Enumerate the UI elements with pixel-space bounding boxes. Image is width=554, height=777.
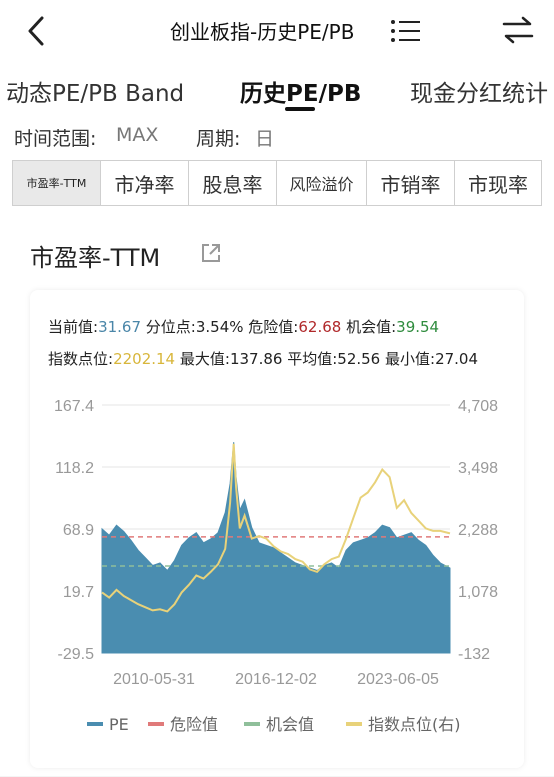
y-left-tick-label: 167.4 bbox=[54, 398, 94, 415]
legend-label: PE bbox=[109, 715, 129, 734]
y-right-tick-label: 2,288 bbox=[458, 522, 498, 539]
y-left-tick-label: -29.5 bbox=[58, 646, 95, 663]
subtab-pcf[interactable]: 市现率 bbox=[455, 161, 541, 205]
subtab-pb[interactable]: 市净率 bbox=[101, 161, 189, 205]
section-title: 市盈率-TTM bbox=[30, 244, 161, 272]
x-tick-label: 2023-06-05 bbox=[357, 671, 439, 688]
page-title: 创业板指-历史PE/PB bbox=[170, 20, 355, 44]
legend-label: 指数点位(右) bbox=[368, 715, 461, 734]
legend-label: 机会值 bbox=[266, 715, 314, 734]
main-tabs: 动态PE/PB Band 历史PE/PB 现金分红统计 bbox=[0, 62, 554, 118]
time-range-select[interactable]: MAX bbox=[116, 124, 158, 146]
period-label: 周期: bbox=[196, 128, 241, 150]
tab-history-pe-pb[interactable]: 历史PE/PB bbox=[240, 74, 361, 108]
subtab-pe-ttm[interactable]: 市盈率-TTM bbox=[13, 161, 101, 205]
subtab-dividend-yield[interactable]: 股息率 bbox=[189, 161, 277, 205]
subtab-ps[interactable]: 市销率 bbox=[367, 161, 455, 205]
y-left-tick-label: 118.2 bbox=[55, 460, 94, 477]
tab-pe-pb-band[interactable]: 动态PE/PB Band bbox=[6, 74, 184, 108]
y-right-tick-label: 3,498 bbox=[458, 460, 498, 477]
y-right-tick-label: 4,708 bbox=[458, 398, 498, 415]
subtab-risk-premium[interactable]: 风险溢价 bbox=[277, 161, 367, 205]
back-arrow-icon[interactable] bbox=[22, 14, 52, 48]
external-link-icon[interactable] bbox=[200, 242, 222, 264]
y-right-tick-label: -132 bbox=[458, 646, 490, 663]
active-tab-indicator bbox=[285, 107, 315, 111]
y-left-tick-label: 19.7 bbox=[63, 584, 94, 601]
time-range-label: 时间范围: bbox=[14, 128, 97, 150]
x-tick-label: 2010-05-31 bbox=[113, 671, 195, 688]
y-right-tick-label: 1,078 bbox=[458, 584, 498, 601]
top-nav-bar: 创业板指-历史PE/PB bbox=[0, 0, 554, 62]
y-left-tick-label: 68.9 bbox=[63, 522, 94, 539]
metric-tabs: 市盈率-TTM 市净率 股息率 风险溢价 市销率 市现率 bbox=[0, 158, 554, 214]
switch-arrows-icon[interactable] bbox=[500, 14, 536, 46]
legend-label: 危险值 bbox=[170, 715, 218, 734]
pe-chart[interactable]: 167.4 4,708 118.2 3,498 68.9 2,288 19.7 1,078 -2… bbox=[30, 290, 524, 768]
list-menu-icon[interactable] bbox=[390, 18, 422, 44]
period-select[interactable]: 日 bbox=[255, 124, 274, 151]
filter-bar: 时间范围: MAX 周期: 日 bbox=[0, 118, 554, 158]
x-tick-label: 2016-12-02 bbox=[235, 671, 317, 688]
tab-dividend-stats[interactable]: 现金分红统计 bbox=[410, 74, 548, 108]
chart-card: 当前值:31.67 分位点:3.54% 危险值:62.68 机会值:39.54 … bbox=[30, 290, 524, 768]
